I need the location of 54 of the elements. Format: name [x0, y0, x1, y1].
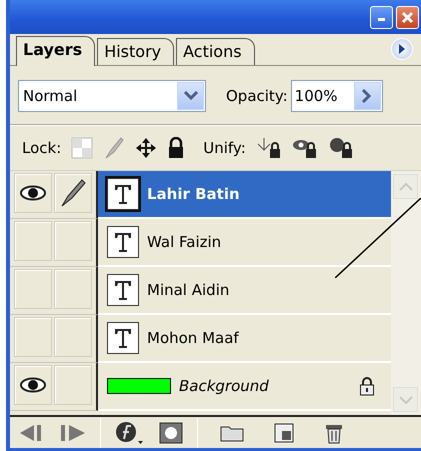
visibility-toggle[interactable] [14, 317, 52, 357]
layer-row[interactable]: Minal Aidin [98, 267, 391, 315]
link-toggle[interactable] [54, 269, 92, 309]
new-layer-button[interactable] [274, 422, 294, 442]
layer-row[interactable]: Background [98, 363, 391, 411]
lock-label: Lock: [22, 138, 62, 159]
layer-style-button[interactable] [115, 420, 145, 444]
text-layer-icon [107, 178, 139, 210]
visibility-toggle[interactable] [14, 221, 52, 261]
chevron-down-icon [184, 91, 198, 101]
unify-style-icon[interactable] [328, 136, 354, 160]
link-toggle[interactable] [54, 221, 92, 261]
next-frame-button[interactable] [60, 424, 86, 442]
padlock-icon [359, 376, 375, 396]
chevron-right-icon [362, 89, 372, 103]
text-layer-icon [107, 322, 139, 354]
unify-position-icon[interactable] [256, 136, 282, 160]
padlock-icon[interactable] [167, 137, 186, 159]
layer-row[interactable]: Wal Faizin [98, 219, 391, 267]
mask-icon [159, 422, 183, 444]
folder-icon [220, 424, 244, 442]
visibility-toggle[interactable] [14, 269, 52, 309]
effects-icon [115, 420, 145, 444]
chevron-up-icon [398, 182, 412, 190]
tab[interactable]: Actions [176, 38, 255, 65]
close-icon [401, 10, 414, 24]
palette-menu-button[interactable] [391, 38, 413, 60]
eye-icon [20, 185, 46, 201]
tab[interactable]: Layers [16, 36, 96, 66]
visibility-toggle[interactable] [14, 173, 52, 213]
layer-row[interactable]: Lahir Batin [98, 171, 391, 219]
blend-mode-dropdown[interactable]: Normal [18, 80, 206, 112]
move-icon[interactable] [135, 137, 158, 159]
link-toggle[interactable] [54, 173, 92, 213]
layer-row[interactable]: Mohon Maaf [98, 315, 391, 363]
step-forward-icon [60, 424, 86, 442]
unify-label: Unify: [203, 138, 246, 159]
visibility-toggle[interactable] [14, 365, 52, 405]
opacity-label: Opacity: [226, 86, 288, 107]
text-layer-icon [107, 274, 139, 306]
link-toggle[interactable] [54, 365, 92, 405]
text-layer-icon [107, 226, 139, 258]
minimize-button[interactable] [370, 6, 393, 28]
opacity-field[interactable]: 100% [290, 80, 383, 112]
new-layer-icon [274, 422, 294, 442]
close-button[interactable] [396, 6, 419, 28]
chevron-down-icon [398, 396, 412, 404]
brush-icon [59, 178, 87, 208]
new-set-button[interactable] [220, 424, 244, 442]
eye-icon [20, 377, 46, 393]
layer-mask-button[interactable] [159, 422, 183, 444]
tab[interactable]: History [97, 38, 174, 65]
triangle-icon [398, 44, 406, 54]
link-toggle[interactable] [54, 317, 92, 357]
